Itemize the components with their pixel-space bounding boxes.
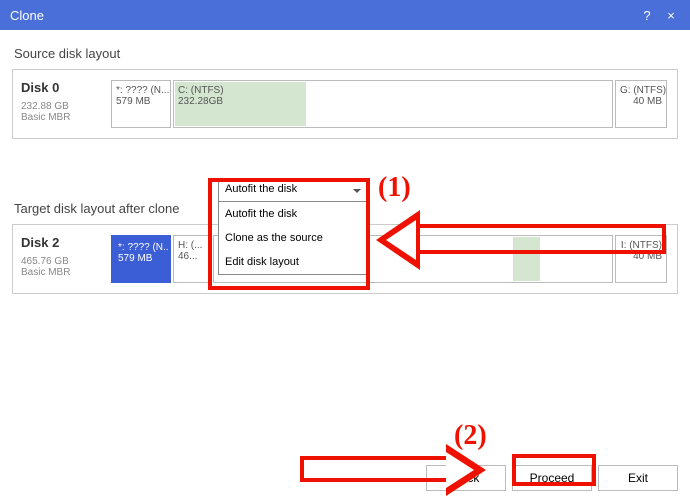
titlebar: Clone ? × — [0, 0, 690, 30]
footer-buttons: Back Proceed Exit — [420, 465, 678, 491]
dropdown-option[interactable]: Autofit the disk — [219, 202, 367, 226]
window-title: Clone — [10, 8, 44, 23]
exit-button[interactable]: Exit — [598, 465, 678, 491]
close-icon[interactable]: × — [662, 8, 680, 23]
dropdown-option[interactable]: Clone as the source — [219, 226, 367, 250]
target-section-title: Target disk layout after clone — [14, 201, 179, 216]
target-disk-size: 465.76 GB — [21, 256, 111, 267]
source-disk-type: Basic MBR — [21, 112, 111, 123]
target-disk-name: Disk 2 — [21, 235, 111, 250]
dropdown-selected[interactable]: Autofit the disk — [218, 180, 368, 202]
layout-mode-dropdown[interactable]: Autofit the disk Autofit the disk Clone … — [218, 180, 368, 275]
source-partition[interactable]: C: (NTFS) 232.28GB — [173, 80, 613, 128]
source-partition[interactable]: G: (NTFS) 40 MB — [615, 80, 667, 128]
target-partition[interactable]: I: (NTFS) 40 MB — [615, 235, 667, 283]
back-button[interactable]: Back — [426, 465, 506, 491]
dropdown-option[interactable]: Edit disk layout — [219, 250, 367, 274]
dropdown-list: Autofit the disk Clone as the source Edi… — [218, 202, 368, 275]
target-partition-selected[interactable]: *: ???? (N... 579 MB — [111, 235, 171, 283]
source-section-title: Source disk layout — [14, 46, 678, 61]
target-partition[interactable]: H: (... 46... — [173, 235, 211, 283]
source-disk-box: Disk 0 232.88 GB Basic MBR *: ???? (N...… — [12, 69, 678, 139]
source-disk-size: 232.88 GB — [21, 101, 111, 112]
target-disk-type: Basic MBR — [21, 267, 111, 278]
help-icon[interactable]: ? — [638, 8, 656, 23]
proceed-button[interactable]: Proceed — [512, 465, 592, 491]
annotation-step2: (2) — [454, 420, 487, 452]
source-partition[interactable]: *: ???? (N... 579 MB — [111, 80, 171, 128]
source-disk-name: Disk 0 — [21, 80, 111, 95]
